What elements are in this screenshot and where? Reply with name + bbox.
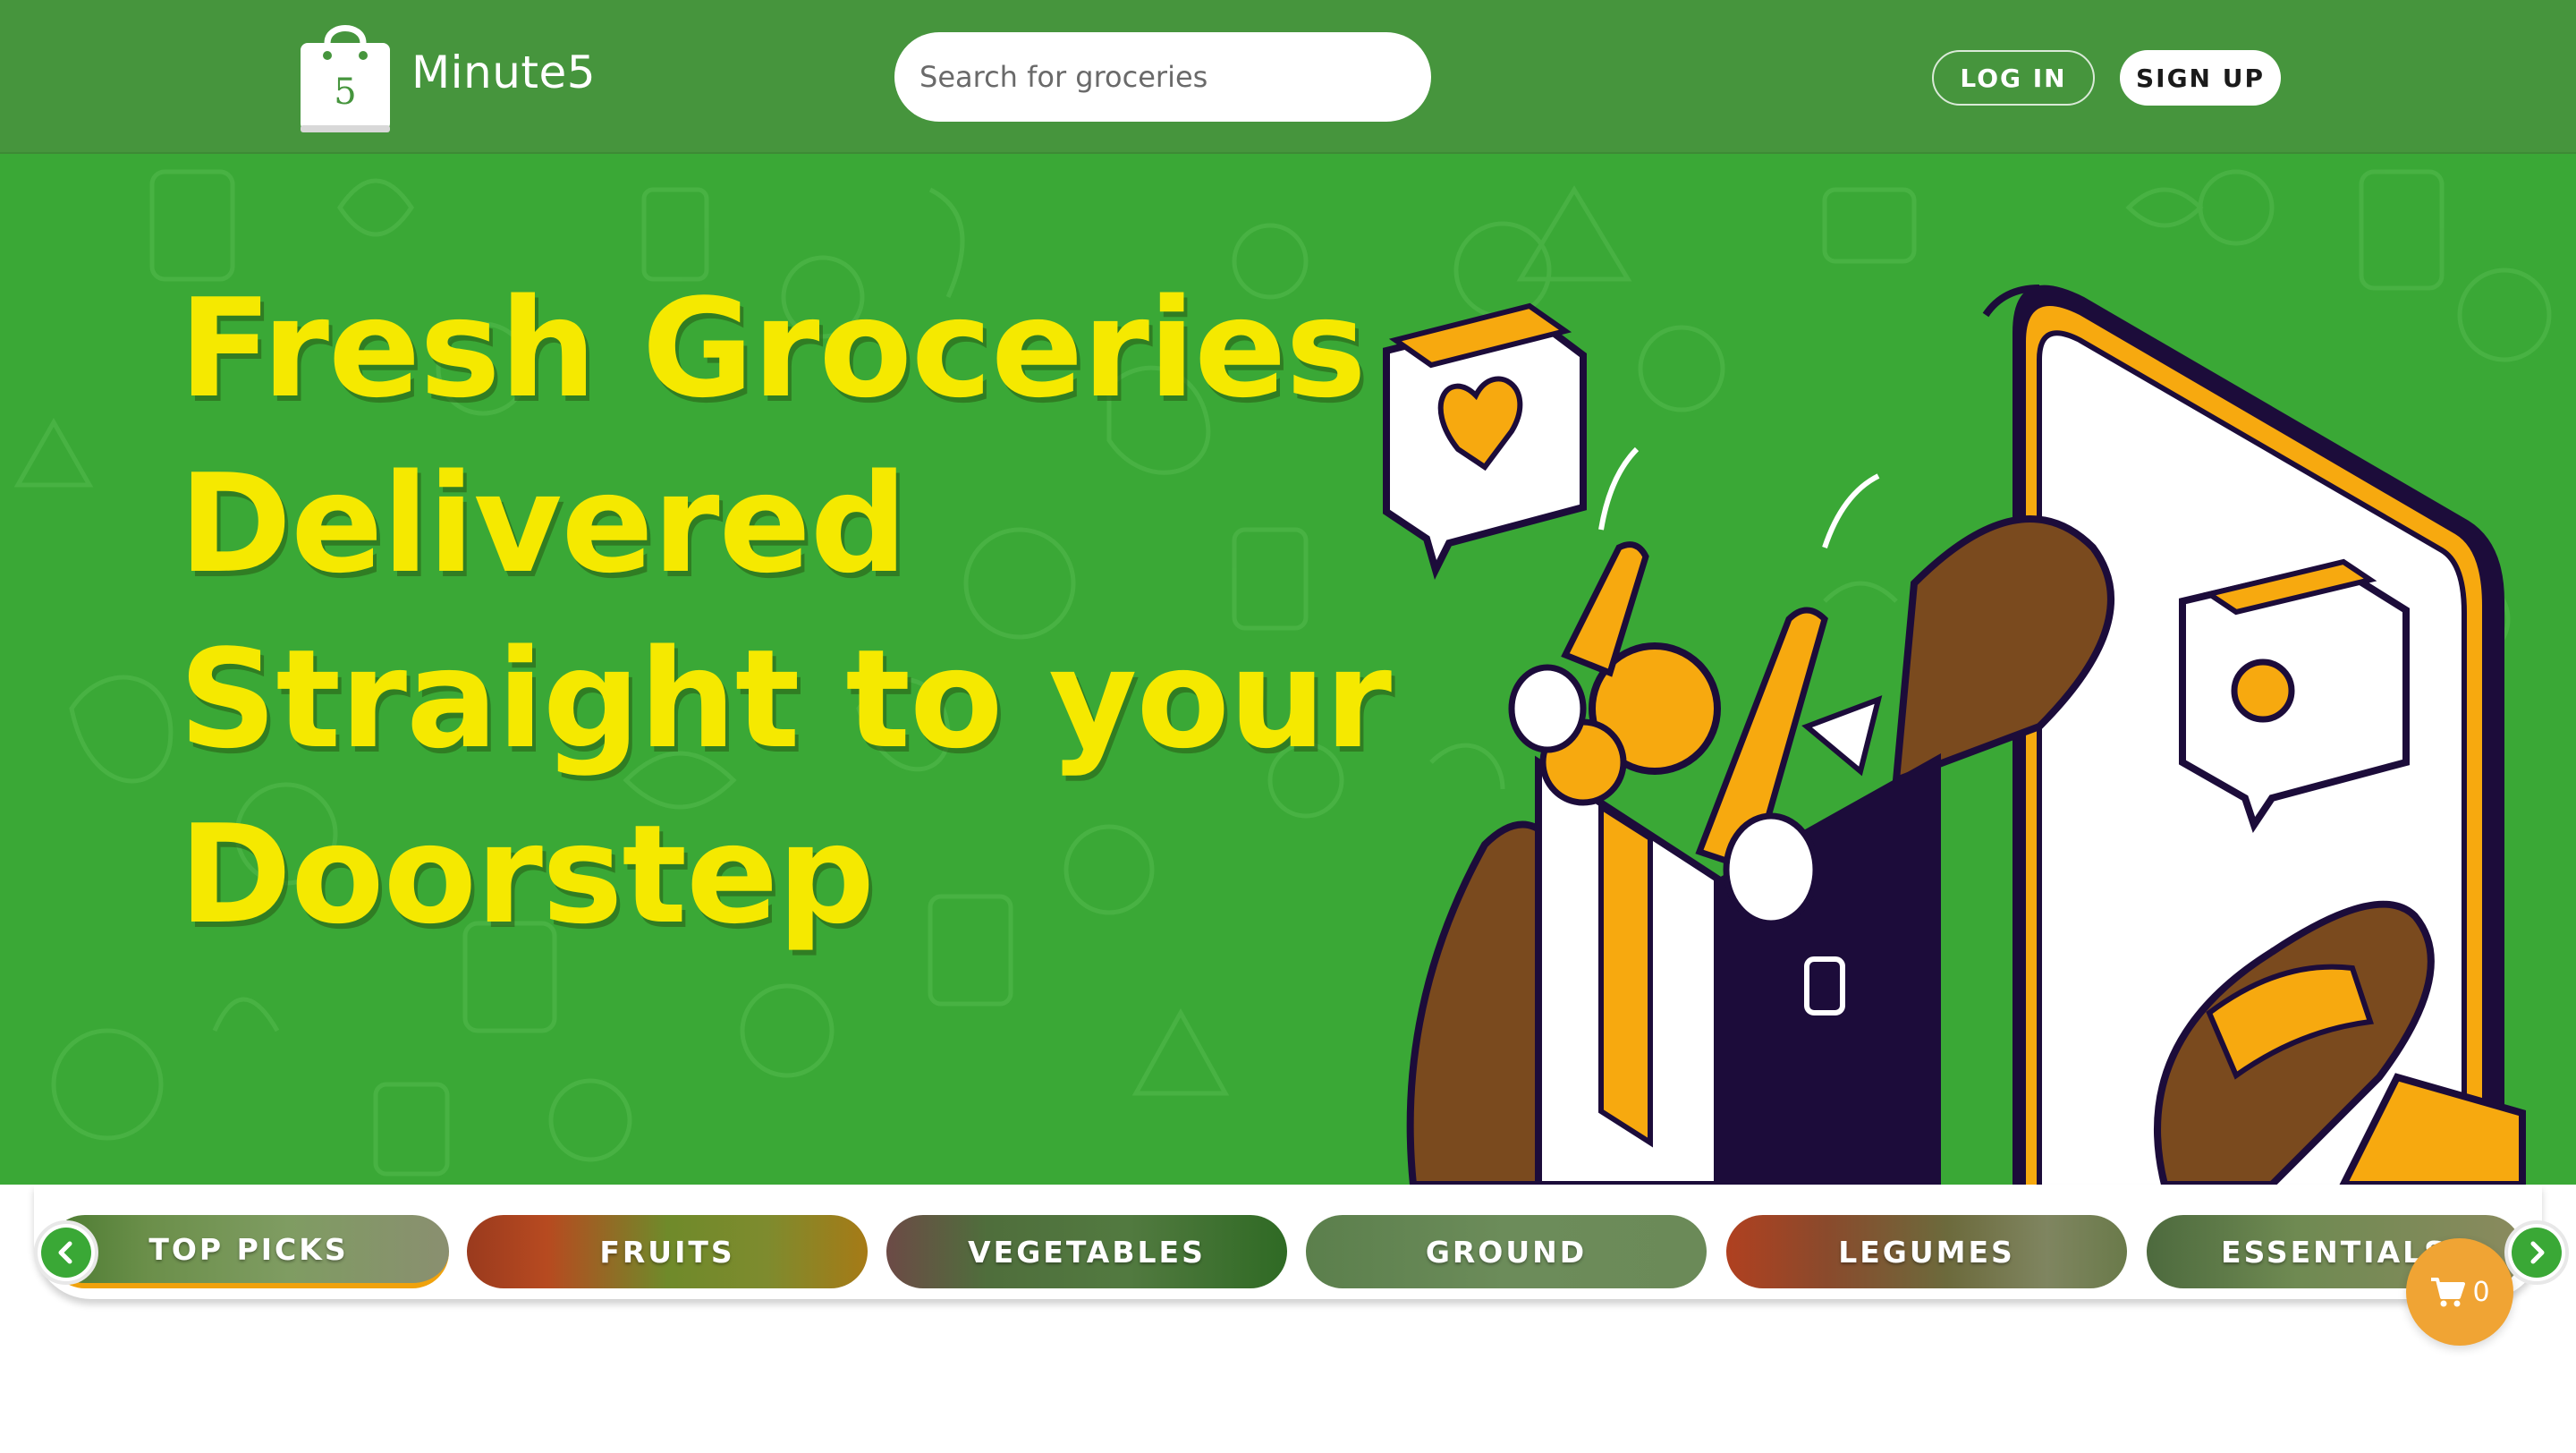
category-ground[interactable]: GROUND	[1306, 1215, 1707, 1288]
category-label: FRUITS	[599, 1234, 735, 1270]
headline-line-1: Fresh Groceries	[179, 269, 1367, 428]
chevron-left-icon[interactable]	[34, 1220, 98, 1285]
chevron-right-icon[interactable]	[2504, 1220, 2569, 1285]
headline-line-3: Straight to your	[179, 620, 1392, 778]
grocery-delivery-illustration	[1383, 285, 2526, 1185]
headline-line-4: Doorstep	[179, 795, 875, 954]
search-input[interactable]	[894, 32, 1431, 122]
category-legumes[interactable]: LEGUMES	[1726, 1215, 2127, 1288]
headline-line-2: Delivered	[179, 445, 908, 603]
brand-name[interactable]: Minute5	[411, 47, 596, 98]
cart-icon	[2431, 1278, 2466, 1307]
hero-headline: Fresh Groceries Delivered Straight to yo…	[179, 261, 1392, 963]
login-button[interactable]: LOG IN	[1932, 50, 2095, 106]
cart-count: 0	[2472, 1276, 2490, 1308]
category-label: TOP PICKS	[148, 1231, 349, 1267]
logo-digit: 5	[334, 72, 356, 113]
next-button[interactable]	[2512, 1228, 2562, 1278]
category-label: LEGUMES	[1838, 1234, 2015, 1270]
chevron-left-glyph	[58, 1241, 72, 1264]
shopping-bag-icon[interactable]: 5	[293, 20, 397, 136]
prev-button[interactable]	[41, 1228, 91, 1278]
category-vegetables[interactable]: VEGETABLES	[886, 1215, 1287, 1288]
signup-button[interactable]: SIGN UP	[2120, 50, 2281, 106]
category-label: VEGETABLES	[968, 1234, 1206, 1270]
hero-banner: Fresh Groceries Delivered Straight to yo…	[0, 154, 2576, 1185]
category-top-picks[interactable]: TOP PICKS	[48, 1215, 449, 1288]
category-label: GROUND	[1425, 1234, 1588, 1270]
chevron-right-glyph	[2530, 1241, 2545, 1264]
category-fruits[interactable]: FRUITS	[467, 1215, 868, 1288]
cart-button[interactable]: 0	[2406, 1238, 2513, 1346]
top-navbar: 5 Minute5 LOG IN SIGN UP	[0, 0, 2576, 154]
